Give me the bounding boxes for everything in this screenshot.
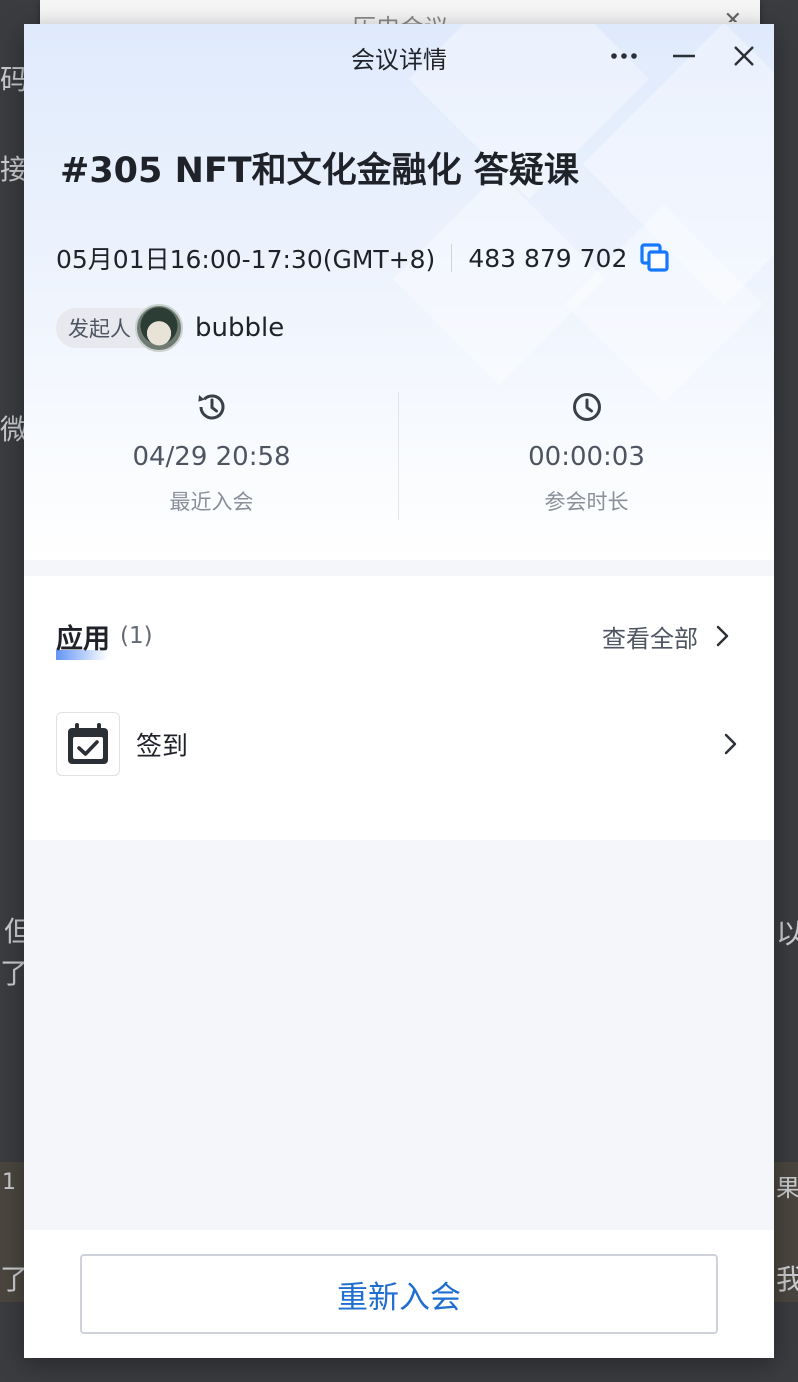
host-name: bubble [195,313,285,343]
meeting-meta: 05月01日16:00-17:30(GMT+8) 483 879 702 [56,240,671,276]
avatar [135,304,183,352]
close-icon[interactable] [726,38,762,74]
duration-stat: 00:00:03 参会时长 [399,390,774,516]
background-close-icon: ✕ [723,8,742,22]
background-text: 果 [776,1174,798,1202]
meeting-details-window: 会议详情 #305 NFT和文化金融化 答疑课 05月01日16:00-17:3… [24,24,774,1358]
duration-value: 00:00:03 [528,442,645,472]
apps-count: (1) [120,623,153,649]
see-all-label: 查看全部 [602,624,698,653]
see-all-link[interactable]: 查看全部 [602,616,734,656]
meeting-title: #305 NFT和文化金融化 答疑课 [60,151,579,191]
meta-divider [451,244,453,272]
duration-label: 参会时长 [544,490,629,514]
copy-icon[interactable] [639,242,671,274]
app-item-label: 签到 [136,731,189,762]
background-text: 以 [776,917,798,950]
header-decoration [392,172,606,386]
chevron-right-icon [716,625,729,647]
meeting-time: 05月01日16:00-17:30(GMT+8) [56,245,436,274]
meeting-id: 483 879 702 [468,243,628,273]
background-text: 我们 [776,1263,798,1296]
check-in-calendar-icon [56,712,120,776]
footer: 重新入会 [24,1230,774,1358]
last-join-time: 04/29 20:58 [132,442,291,472]
last-join-label: 最近入会 [169,490,254,514]
clock-icon [572,393,601,421]
last-join-stat: 04/29 20:58 最近入会 [24,390,399,516]
more-icon[interactable] [606,38,642,74]
host-info: 发起人 bubble [56,304,284,352]
app-item-check-in[interactable]: 签到 [56,712,742,776]
chevron-right-icon [724,733,737,755]
apps-section: 应用 (1) 查看全部 签到 [24,576,774,840]
history-icon [197,394,224,420]
background-text: 1 [2,1170,16,1195]
apps-title: 应用 [56,617,110,660]
window-title: 会议详情 [351,46,447,74]
apps-header: 应用 (1) [56,616,153,660]
minimize-icon[interactable] [666,38,702,74]
host-badge: 发起人 [56,308,145,348]
title-bar: 会议详情 [24,24,774,88]
rejoin-button[interactable]: 重新入会 [80,1254,718,1334]
